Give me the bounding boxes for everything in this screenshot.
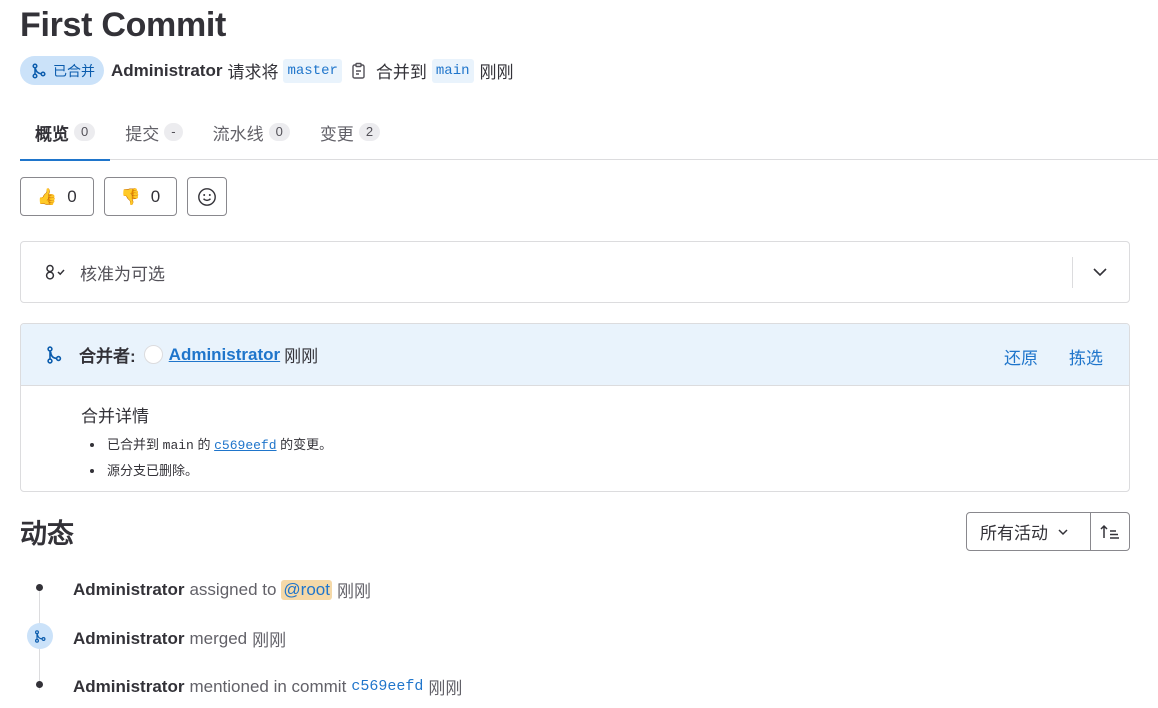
timeline-dot	[36, 584, 43, 591]
copy-branch-button[interactable]	[351, 62, 367, 80]
activity-item: Administrator mentioned in commit c569ee…	[73, 674, 462, 699]
merge-details-list: 已合并到 main 的 c569eefd 的变更。 源分支已删除。	[87, 432, 1129, 483]
cherry-pick-button[interactable]: 拣选	[1069, 344, 1103, 369]
tab-count: 2	[358, 123, 381, 141]
merged-by-user[interactable]: Administrator	[169, 345, 280, 365]
activity-time: 刚刚	[252, 631, 287, 650]
detail-text: 已合并到	[107, 437, 160, 452]
activity-time: 刚刚	[428, 679, 463, 698]
commit-link[interactable]: c569eefd	[351, 678, 423, 695]
thumbsup-button[interactable]: 👍 0	[20, 177, 94, 216]
activity-text: assigned to	[189, 579, 277, 599]
activity-text: mentioned in commit	[189, 676, 347, 696]
timeline-dot	[36, 681, 43, 688]
approval-icon	[44, 263, 66, 281]
thumbsup-count: 0	[67, 186, 77, 206]
copy-icon	[352, 62, 365, 79]
tab-count: 0	[74, 123, 96, 141]
merged-time: 刚刚	[284, 347, 319, 366]
filter-label: 所有活动	[980, 524, 1048, 543]
revert-button[interactable]: 还原	[1004, 344, 1038, 369]
tab-changes[interactable]: 变更 2	[305, 104, 395, 160]
activity-filter-dropdown[interactable]: 所有活动	[966, 512, 1091, 551]
merge-details-title: 合并详情	[81, 407, 149, 426]
merged-widget: 合并者: Administrator 刚刚 还原 拣选 合并详情 已合并到 ma…	[20, 323, 1130, 492]
chevron-down-icon[interactable]	[1091, 263, 1109, 286]
author-name[interactable]: Administrator	[111, 61, 222, 81]
mr-meta: 已合并 Administrator 请求将 master 合并到 main 刚刚	[20, 56, 519, 85]
user-mention[interactable]: @root	[281, 579, 332, 600]
detail-branch: main	[162, 438, 194, 453]
divider	[1072, 257, 1073, 288]
activity-item: Administrator merged 刚刚	[73, 626, 286, 651]
tab-pipelines[interactable]: 流水线 0	[198, 104, 305, 160]
merged-by-label: 合并者:	[79, 347, 136, 366]
target-branch[interactable]: main	[431, 58, 474, 83]
activity-author[interactable]: Administrator	[73, 677, 184, 697]
list-item: 源分支已删除。	[87, 458, 1129, 483]
merge-time: 刚刚	[479, 63, 514, 82]
activity-time: 刚刚	[336, 582, 371, 601]
sort-button[interactable]	[1090, 512, 1130, 551]
smiley-icon	[198, 187, 216, 206]
detail-text: 的变更。	[280, 437, 333, 452]
tab-label: 提交	[125, 124, 160, 144]
thumbsdown-button[interactable]: 👎 0	[104, 177, 177, 216]
detail-text: 源分支已删除。	[107, 463, 199, 478]
merge-icon	[27, 623, 53, 649]
activity-title: 动态	[20, 519, 74, 549]
commit-link[interactable]: c569eefd	[214, 438, 276, 453]
sort-icon	[1100, 524, 1119, 539]
mr-tabs: 概览 0 提交 - 流水线 0 变更 2	[20, 104, 1158, 161]
tab-label: 变更	[319, 124, 354, 144]
chevron-down-icon	[1058, 528, 1068, 535]
activity-text: merged	[189, 628, 248, 648]
merge-details: 合并详情 已合并到 main 的 c569eefd 的变更。 源分支已删除。	[21, 386, 1129, 483]
activity-author[interactable]: Administrator	[73, 629, 184, 649]
tab-label: 概览	[35, 124, 69, 144]
tab-overview[interactable]: 概览 0	[20, 104, 111, 161]
tab-count: 0	[268, 123, 290, 141]
status-label: 已合并	[53, 62, 95, 79]
page-title: First Commit	[20, 6, 227, 44]
merge-icon	[46, 345, 62, 364]
detail-text: 的	[197, 437, 211, 452]
list-item: 已合并到 main 的 c569eefd 的变更。	[87, 432, 1129, 458]
request-text: 请求将	[227, 63, 279, 82]
avatar	[143, 345, 163, 364]
tab-commits[interactable]: 提交 -	[110, 104, 197, 160]
activity-item: Administrator assigned to @root 刚刚	[73, 577, 371, 602]
approval-text: 核准为可选	[80, 264, 165, 284]
add-reaction-button[interactable]	[187, 177, 227, 216]
merge-to-text: 合并到	[375, 63, 427, 82]
thumbsdown-count: 0	[150, 186, 161, 206]
tab-count: -	[164, 123, 183, 141]
merged-header: 合并者: Administrator 刚刚 还原 拣选	[21, 324, 1129, 386]
thumbsup-icon: 👍	[37, 188, 58, 206]
source-branch[interactable]: master	[283, 58, 342, 83]
approval-panel: 核准为可选	[20, 241, 1130, 303]
merge-icon	[32, 62, 46, 79]
thumbsdown-icon: 👎	[120, 188, 141, 206]
status-badge: 已合并	[20, 56, 104, 85]
tab-label: 流水线	[212, 124, 264, 144]
activity-author[interactable]: Administrator	[73, 580, 184, 600]
